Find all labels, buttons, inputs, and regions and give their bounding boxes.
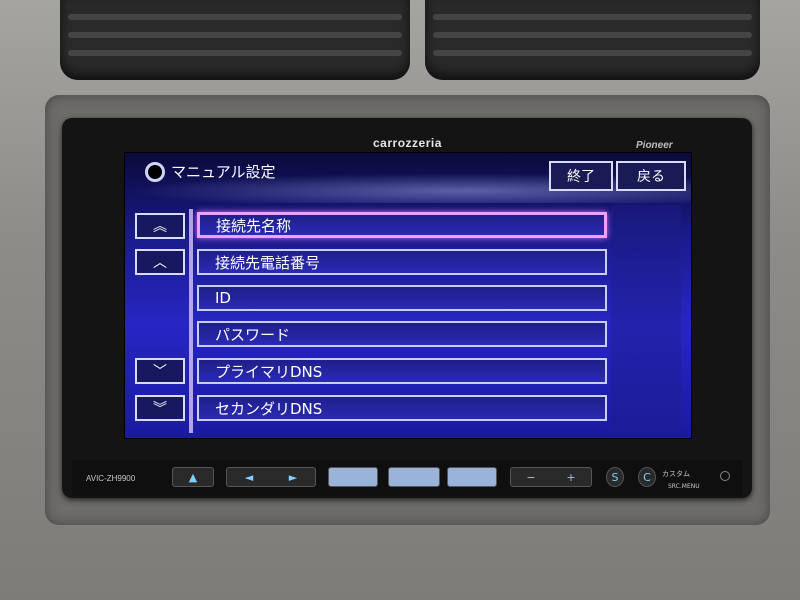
menu-item-id[interactable]: ID: [197, 285, 607, 311]
double-chevron-up-icon: ︽: [153, 219, 167, 235]
s-button-label: S: [611, 470, 619, 484]
end-button[interactable]: 終了: [549, 161, 613, 191]
brand-logo: carrozzeria: [373, 136, 442, 150]
power-indicator-icon: [720, 471, 730, 481]
double-chevron-down-icon: ︾: [153, 401, 167, 417]
eject-icon: ▲: [188, 470, 198, 484]
vent-slat: [68, 32, 402, 38]
air-vent-right: [425, 0, 760, 80]
page-down-button[interactable]: ︾: [135, 395, 185, 421]
hardkey-center[interactable]: [388, 467, 440, 487]
seek-left-icon[interactable]: ◄: [245, 471, 253, 484]
vent-slat: [433, 50, 752, 56]
vent-slat: [433, 32, 752, 38]
custom-label: カスタム: [662, 470, 690, 478]
menu-item-label: 接続先電話番号: [215, 253, 321, 272]
menu-item-label: パスワード: [215, 325, 291, 344]
chevron-up-icon: ︿: [153, 255, 167, 271]
air-vent-left: [60, 0, 410, 80]
menu-item-label: 接続先名称: [216, 216, 292, 235]
vent-slat: [68, 14, 402, 20]
title-ring-icon: [145, 161, 165, 182]
menu-item-password[interactable]: パスワード: [197, 321, 607, 347]
plus-icon[interactable]: +: [566, 471, 575, 484]
scroll-down-button[interactable]: ﹀: [135, 358, 185, 384]
hardkey-right[interactable]: [447, 467, 497, 487]
model-label: AVIC-ZH9900: [86, 474, 136, 483]
seek-right-icon[interactable]: ►: [289, 471, 297, 484]
chevron-down-icon: ﹀: [153, 364, 167, 380]
eject-button[interactable]: ▲: [172, 467, 214, 487]
menu-item-phone-number[interactable]: 接続先電話番号: [197, 249, 607, 275]
menu-item-label: セカンダリDNS: [215, 399, 323, 418]
seek-rocker[interactable]: ◄ ►: [226, 467, 316, 487]
minus-icon[interactable]: −: [526, 471, 535, 484]
right-panel: [611, 205, 681, 433]
back-button[interactable]: 戻る: [616, 161, 686, 191]
vent-slat: [68, 50, 402, 56]
menu-item-primary-dns[interactable]: プライマリDNS: [197, 358, 607, 384]
src-menu-label: SRC.MENU: [668, 483, 700, 490]
maker-logo: Pioneer: [636, 140, 673, 151]
page-up-button[interactable]: ︽: [135, 213, 185, 239]
page-title: マニュアル設定: [145, 161, 276, 182]
menu-item-secondary-dns[interactable]: セカンダリDNS: [197, 395, 607, 421]
scroll-track[interactable]: [189, 209, 193, 433]
menu-item-connection-name[interactable]: 接続先名称: [197, 212, 607, 238]
vent-slat: [433, 14, 752, 20]
page-title-text: マニュアル設定: [171, 163, 276, 181]
menu-item-label: プライマリDNS: [215, 362, 323, 381]
display-screen: マニュアル設定 終了 戻る ︽ ︿ ﹀ ︾ 接続先名称 接続先電話番号 ID パ…: [124, 152, 692, 439]
volume-rocker[interactable]: − +: [510, 467, 592, 487]
menu-item-label: ID: [215, 289, 231, 307]
s-button[interactable]: S: [606, 467, 624, 487]
c-button-label: C: [643, 470, 651, 484]
scroll-up-button[interactable]: ︿: [135, 249, 185, 275]
c-button[interactable]: C: [638, 467, 656, 487]
hardkey-left[interactable]: [328, 467, 378, 487]
